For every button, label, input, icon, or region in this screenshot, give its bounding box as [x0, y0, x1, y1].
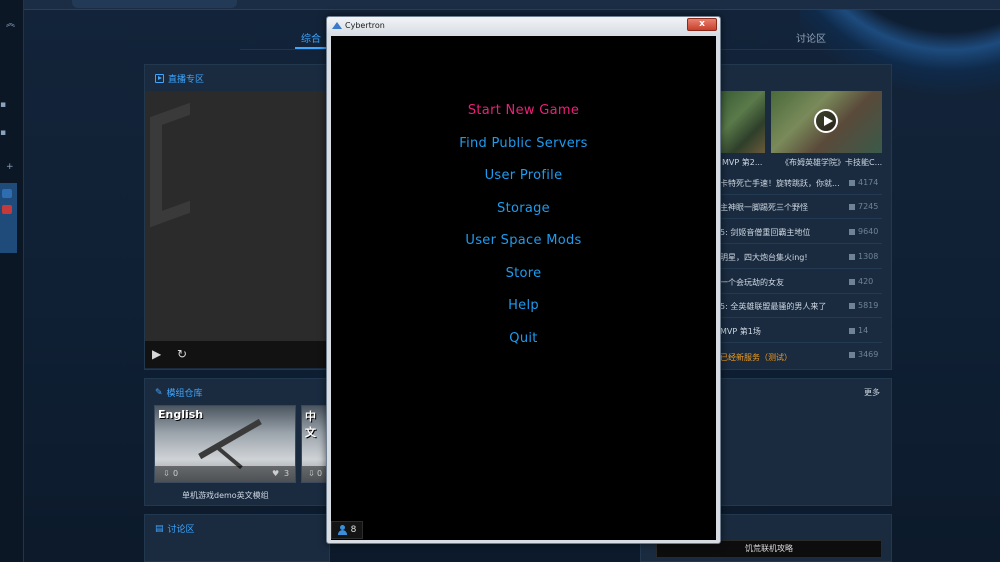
chip-icon[interactable]	[2, 205, 12, 214]
menu-store[interactable]: Store	[331, 266, 716, 281]
menu-storage[interactable]: Storage	[331, 201, 716, 216]
mod-card-caption[interactable]: 单机游戏demo英文模组	[182, 490, 269, 501]
like-count: 3	[284, 469, 290, 478]
video-caption[interactable]: MVP 第2...	[722, 157, 762, 168]
user-icon	[337, 525, 347, 535]
tab-forum[interactable]: 讨论区	[796, 30, 826, 45]
mod-card-stats: ⇩ 0 ♥ 3	[155, 466, 295, 482]
app-icon	[332, 22, 342, 29]
list-item-count: 1308	[849, 252, 878, 261]
close-button[interactable]: x	[687, 18, 717, 31]
list-item-title: 5: 全英雄联盟最骚的男人来了	[720, 302, 827, 311]
mod-card-label: English	[158, 408, 204, 421]
chip-icon[interactable]	[2, 189, 12, 198]
menu-start-new-game[interactable]: Start New Game	[331, 103, 716, 118]
list-item-title: 明星，四大炮台集火ing!	[720, 253, 808, 262]
window-titlebar[interactable]: Cybertron x	[327, 17, 720, 35]
list-item-title: MVP 第1场	[720, 327, 761, 336]
list-overlay-notice[interactable]: 已经新服务（测试）	[720, 352, 792, 363]
wrench-icon: ✎	[155, 387, 163, 398]
list-item-count: 9640	[849, 227, 878, 236]
mod-card-label: 中文	[305, 410, 316, 439]
address-bar[interactable]	[72, 0, 237, 8]
menu-find-public-servers[interactable]: Find Public Servers	[331, 136, 716, 151]
list-item-title: 卡特死亡手速！旋转跳跃，你就...	[720, 179, 840, 188]
game-launcher-window: Cybertron x Start New Game Find Public S…	[326, 16, 721, 544]
download-icon: ⇩	[308, 469, 315, 478]
game-menu-screen: Start New Game Find Public Servers User …	[331, 36, 716, 540]
list-item[interactable]: 卡特死亡手速！旋转跳跃，你就... 4174	[720, 171, 882, 195]
menu-help[interactable]: Help	[331, 298, 716, 313]
menu-user-profile[interactable]: User Profile	[331, 168, 716, 183]
sidebar-glyph: ▪	[0, 128, 7, 138]
online-users-badge[interactable]: 8	[331, 521, 363, 539]
list-item-title: 一个会玩劫的女友	[720, 278, 784, 287]
live-panel-title: 直播专区	[168, 75, 205, 85]
list-item-title: 5: 剑姬音僧重回霸主地位	[720, 228, 811, 237]
download-count: 0	[173, 469, 179, 478]
live-icon	[155, 74, 164, 83]
list-item[interactable]: 主神眼一脚踢死三个野怪 7245	[720, 195, 882, 219]
video-caption[interactable]: 《布姆英雄学院》卡技能C...	[781, 157, 882, 168]
list-item-count: 7245	[849, 202, 878, 211]
video-logo-watermark	[150, 102, 190, 228]
left-sidebar: ︽ ▪ ▪ +	[0, 0, 24, 562]
list-item-title: 主神眼一脚踢死三个野怪	[720, 203, 808, 212]
mod-card-thumbnail[interactable]: 中文 ⇩ 0	[301, 405, 327, 483]
live-panel-header: 直播专区	[155, 72, 204, 85]
refresh-icon[interactable]: ↻	[177, 347, 187, 361]
video-controls: ▶ ↻	[145, 341, 327, 368]
window-title: Cybertron	[345, 21, 385, 30]
list-item[interactable]: 明星，四大炮台集火ing! 1308	[720, 245, 882, 269]
list-item-count: 420	[849, 277, 873, 286]
sidebar-active-block[interactable]	[0, 183, 17, 253]
menu-quit[interactable]: Quit	[331, 331, 716, 346]
mod-card-thumbnail[interactable]: English ⇩ 0 ♥ 3	[154, 405, 296, 483]
play-circle-icon[interactable]	[814, 109, 838, 133]
like-icon: ♥	[272, 469, 280, 478]
tab-overview[interactable]: 综合	[295, 30, 327, 49]
mods-panel-title: 模组仓库	[166, 389, 203, 399]
chat-icon: ▤	[155, 523, 164, 534]
list-item[interactable]: 5: 剑姬音僧重回霸主地位 9640	[720, 220, 882, 244]
more-link[interactable]: 更多	[864, 387, 880, 398]
list-item-count: 4174	[849, 178, 878, 187]
list-item[interactable]: MVP 第1场 14	[720, 319, 882, 343]
list-item[interactable]: 5: 全英雄联盟最骚的男人来了 5819	[720, 294, 882, 318]
menu-user-space-mods[interactable]: User Space Mods	[331, 233, 716, 248]
online-users-count: 8	[350, 525, 357, 535]
sidebar-glyph: ▪	[0, 100, 7, 110]
play-icon[interactable]: ▶	[152, 347, 161, 361]
list-item-count: 3469	[849, 350, 878, 359]
download-count: 0	[317, 469, 323, 478]
list-item[interactable]: 一个会玩劫的女友 420	[720, 270, 882, 294]
forum-panel-header: ▤ 讨论区	[155, 522, 195, 536]
mods-panel-header: ✎ 模组仓库	[155, 386, 203, 400]
add-icon[interactable]: +	[6, 162, 14, 172]
list-item-count: 14	[849, 326, 868, 335]
forum-panel: ▤ 讨论区	[144, 514, 330, 562]
list-item-count: 5819	[849, 301, 878, 310]
video-thumbnail[interactable]	[771, 91, 882, 153]
mod-card-stats: ⇩ 0	[302, 466, 326, 482]
plane-graphic	[198, 418, 262, 460]
collapse-icon[interactable]: ︽	[6, 16, 15, 29]
download-icon: ⇩	[163, 469, 170, 478]
video-thumbnail[interactable]	[720, 91, 765, 153]
forum-panel-title: 讨论区	[167, 525, 195, 535]
